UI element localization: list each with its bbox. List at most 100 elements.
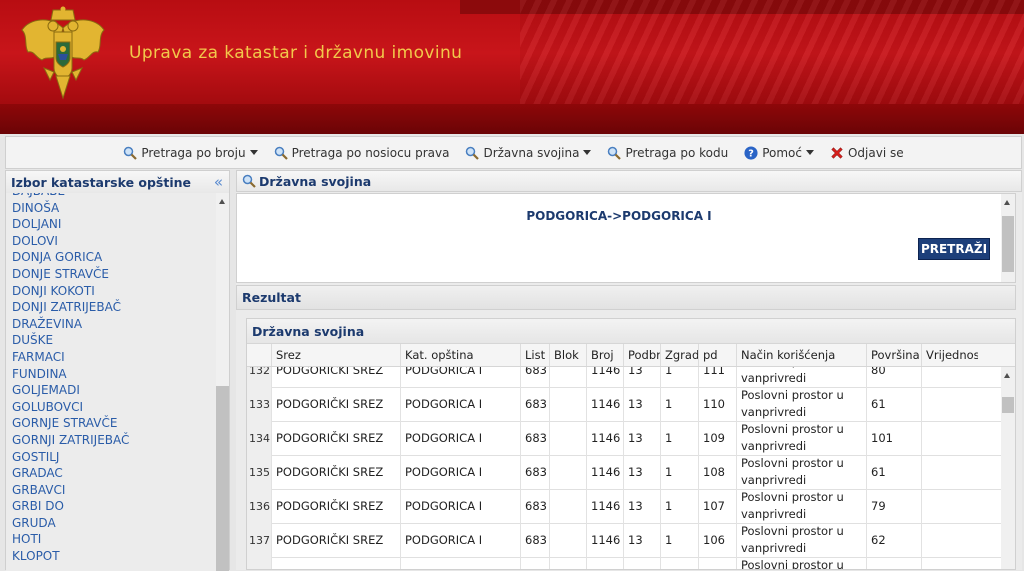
table-cell-povrsina: 79 [866,489,921,523]
sidebar-item-municipality[interactable]: DINOŠA [6,200,129,217]
menu-label: Pomoć [762,145,802,160]
sidebar-item-municipality[interactable]: GOLJEMADI [6,382,129,399]
collapse-left-icon[interactable]: « [214,173,223,191]
sidebar-scrollbar[interactable] [216,193,229,571]
table-cell-srez: PODGORIČKI SREZ [271,523,400,557]
table-cell-povrsina [866,557,921,569]
column-header[interactable]: List [520,344,549,366]
sidebar-item-municipality[interactable]: DAJBABE [6,193,129,200]
table-cell-podbroj: 13 [623,455,660,489]
table-cell-broj [586,557,623,569]
table-cell-srez: PODGORIČKI SREZ [271,489,400,523]
table-cell-pd [698,557,736,569]
column-header[interactable]: Vrijednost [921,344,978,366]
sidebar-item-municipality[interactable]: DOLOVI [6,233,129,250]
column-header[interactable]: Podbroj [623,344,660,366]
scroll-up-arrow-icon[interactable] [1004,373,1010,378]
table-cell-vrijednost [921,557,978,569]
column-header[interactable]: Zgrada [660,344,698,366]
row-number: 137 [247,523,271,557]
search-box-scrollbar[interactable] [1001,194,1015,282]
svg-text:?: ? [748,148,754,159]
table-cell-nacin: Poslovni prostor u vanprivredi [736,387,866,421]
sidebar-item-municipality[interactable]: GOSTILJ [6,449,129,466]
column-header[interactable]: Kat. opština [400,344,520,366]
menu-pomoc[interactable]: ? Pomoć [736,146,822,160]
table-cell-opstina: PODGORICA I [400,455,520,489]
sidebar-title: Izbor katastarske opštine [11,174,192,190]
menu-pretraga-po-nosiocu-prava[interactable]: Pretraga po nosiocu prava [266,146,458,160]
table-cell-podbroj: 13 [623,367,660,387]
table-cell-povrsina: 101 [866,421,921,455]
table-cell-broj: 1146 [586,421,623,455]
main-panel-title: Državna svojina [259,173,372,189]
sidebar-item-municipality[interactable]: GRBAVCI [6,482,129,499]
table-cell-blok [549,421,586,455]
table-cell-srez: PODGORICKI SREZ [271,367,400,387]
results-grid: Državna svojina Srez Kat. opština List Blok… [246,318,1016,570]
chevron-down-icon [249,150,258,155]
scroll-up-arrow-icon[interactable] [219,199,225,204]
table-cell-pd: 109 [698,421,736,455]
scroll-up-arrow-icon[interactable] [1004,200,1010,205]
table-row[interactable]: Poslovni prostor u [247,557,1001,569]
table-cell-list: 683 [520,421,549,455]
sidebar-item-municipality[interactable]: FARMACI [6,349,129,366]
column-header[interactable]: Blok [549,344,586,366]
selected-path: PODGORICA->PODGORICA I [526,209,712,223]
menu-pretraga-po-kodu[interactable]: Pretraga po kodu [599,146,736,160]
sidebar-item-municipality[interactable]: GORNJI ZATRIJEBAČ [6,432,129,449]
sidebar-item-municipality[interactable]: GRBI DO [6,498,129,515]
results-scrollbar[interactable] [1001,367,1015,569]
table-cell-podbroj: 13 [623,387,660,421]
sidebar-item-municipality[interactable]: DONJI ZATRIJEBAČ [6,299,129,316]
sidebar-item-municipality[interactable]: DOLJANI [6,216,129,233]
search-button[interactable]: PRETRAŽI [918,238,990,260]
menu-pretraga-po-broju[interactable]: Pretraga po broju [115,146,265,160]
column-header[interactable]: pd [698,344,736,366]
table-row[interactable]: 133 PODGORIČKI SREZ PODGORICA I 683 1146 13 1 1… [247,387,1001,422]
table-cell-pd: 107 [698,489,736,523]
column-header[interactable]: Broj [586,344,623,366]
table-cell-opstina: PODGORICA I [400,489,520,523]
menu-label: Pretraga po nosiocu prava [291,145,450,160]
sidebar-item-municipality[interactable]: GRADAC [6,465,129,482]
table-row[interactable]: 137 PODGORIČKI SREZ PODGORICA I 683 1146 13 1 1… [247,523,1001,558]
row-number [247,557,271,569]
sidebar-item-municipality[interactable]: KLOPOT [6,548,129,565]
sidebar-item-municipality[interactable]: HOTI [6,531,129,548]
sidebar-item-municipality[interactable]: DONJI KOKOTI [6,283,129,300]
chevron-down-icon [583,150,592,155]
table-row[interactable]: 132 PODGORICKI SREZ PODGORICA I 683 1146 13 1 1… [247,367,1001,388]
sidebar-item-municipality[interactable]: DONJE STRAVČE [6,266,129,283]
table-cell-povrsina: 61 [866,455,921,489]
table-cell-blok [549,387,586,421]
scrollbar-thumb[interactable] [1002,216,1014,272]
sidebar-item-municipality[interactable]: DRAŽEVINA [6,316,129,333]
menu-odjavi-se[interactable]: Odjavi se [822,146,912,160]
row-number: 136 [247,489,271,523]
scrollbar-thumb[interactable] [1002,397,1014,413]
menu-drzavna-svojina[interactable]: Državna svojina [457,146,599,160]
table-cell-vrijednost [921,421,978,455]
table-cell-zgrada: 1 [660,455,698,489]
sidebar-item-municipality[interactable]: GRUDA [6,515,129,532]
table-row[interactable]: 134 PODGORIČKI SREZ PODGORICA I 683 1146 13 1 1… [247,421,1001,456]
table-cell-zgrada: 1 [660,387,698,421]
column-header[interactable]: Srez [271,344,400,366]
sidebar-item-municipality[interactable]: DONJA GORICA [6,249,129,266]
table-cell-broj: 1146 [586,489,623,523]
sidebar-item-municipality[interactable]: GOLUBOVCI [6,399,129,416]
table-cell-list: 683 [520,387,549,421]
column-header[interactable]: Površina [866,344,921,366]
table-row[interactable]: 136 PODGORIČKI SREZ PODGORICA I 683 1146 13 1 1… [247,489,1001,524]
table-cell-blok [549,367,586,387]
sidebar-item-municipality[interactable]: GORNJE STRAVČE [6,415,129,432]
sidebar-item-municipality[interactable]: FUNDINA [6,366,129,383]
table-row[interactable]: 135 PODGORIČKI SREZ PODGORICA I 683 1146 13 1 1… [247,455,1001,490]
scrollbar-thumb[interactable] [216,386,229,571]
column-header[interactable]: Način korišćenja [736,344,866,366]
magnifier-icon [608,146,622,160]
sidebar-item-municipality[interactable]: DUŠKE [6,332,129,349]
table-header: SrezKat. opštinaListBlokBrojPodbrojZgrad… [247,344,1015,367]
